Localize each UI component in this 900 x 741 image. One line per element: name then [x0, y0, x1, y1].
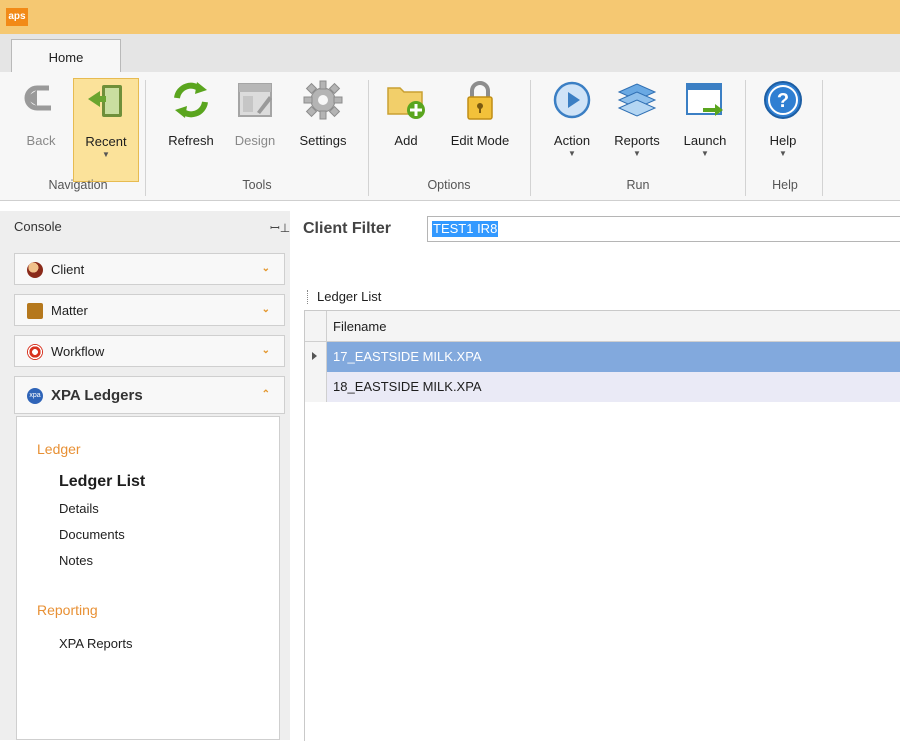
nav-item-client[interactable]: Client ⌄ — [14, 253, 285, 285]
action-dropdown-icon: ▼ — [568, 149, 576, 158]
reports-button[interactable]: Reports ▼ — [606, 78, 668, 180]
current-row-arrow-icon — [312, 352, 317, 360]
play-icon — [553, 81, 591, 119]
launch-label: Launch — [683, 133, 727, 148]
tab-home[interactable]: Home — [11, 39, 121, 73]
title-bar: aps — [0, 0, 900, 34]
back-arrow-icon — [24, 85, 51, 111]
nav-item-label: XPA Ledgers — [51, 387, 143, 404]
table-cell-filename: 18_EASTSIDE MILK.XPA — [333, 379, 482, 394]
settings-label: Settings — [299, 133, 347, 148]
pin-icon[interactable]: ꟷ⊥ — [270, 219, 290, 236]
action-label: Action — [553, 133, 591, 148]
table-row[interactable]: 18_EASTSIDE MILK.XPA — [305, 372, 900, 402]
workflow-icon — [27, 344, 43, 360]
recent-label: Recent — [85, 134, 127, 149]
help-button[interactable]: ? Help ▼ — [758, 78, 808, 180]
sub-item-documents[interactable]: Documents — [59, 527, 125, 542]
table-cell-filename: 17_EASTSIDE MILK.XPA — [333, 349, 482, 364]
ribbon: Back Recent ▼ Refresh Design Settings Ad… — [0, 72, 900, 201]
launch-window-icon — [686, 83, 723, 116]
nav-item-matter[interactable]: Matter ⌄ — [14, 294, 285, 326]
refresh-label: Refresh — [168, 133, 214, 148]
group-separator — [368, 80, 369, 196]
section-heading-reporting: Reporting — [37, 602, 98, 618]
grid-header: Filename — [305, 311, 900, 342]
ribbon-tab-strip: Home — [0, 34, 900, 73]
client-filter-input[interactable]: TEST1 IR8 — [427, 216, 900, 242]
action-button[interactable]: Action ▼ — [545, 78, 599, 180]
client-filter-value: TEST1 IR8 — [432, 221, 499, 237]
nav-item-xpa-ledgers[interactable]: xpa XPA Ledgers ⌃ — [14, 376, 285, 414]
chevron-down-icon: ⌄ — [261, 304, 270, 315]
gear-icon — [303, 80, 343, 120]
nav-item-label: Workflow — [51, 344, 105, 359]
design-button[interactable]: Design — [228, 78, 282, 180]
sub-item-notes[interactable]: Notes — [59, 553, 93, 568]
chevron-down-icon: ⌄ — [261, 345, 270, 356]
chevron-up-icon: ⌃ — [261, 389, 270, 400]
group-label-navigation: Navigation — [48, 178, 108, 192]
folder-add-icon — [387, 87, 425, 119]
launch-dropdown-icon: ▼ — [701, 149, 709, 158]
sub-item-ledger-list[interactable]: Ledger List — [59, 473, 145, 491]
refresh-button[interactable]: Refresh — [160, 78, 222, 180]
add-button[interactable]: Add — [382, 78, 430, 180]
add-label: Add — [394, 133, 418, 148]
help-dropdown-icon: ▼ — [779, 149, 787, 158]
stack-icon — [617, 83, 657, 117]
launch-button[interactable]: Launch ▼ — [675, 78, 735, 180]
recent-button[interactable]: Recent ▼ — [73, 78, 139, 182]
row-header-corner — [305, 311, 327, 341]
nav-item-workflow[interactable]: Workflow ⌄ — [14, 335, 285, 367]
question-icon: ? — [764, 81, 802, 119]
edit-mode-label: Edit Mode — [450, 133, 510, 148]
group-separator — [530, 80, 531, 196]
group-separator — [822, 80, 823, 196]
chevron-down-icon: ⌄ — [261, 263, 270, 274]
client-filter-label: Client Filter — [303, 220, 392, 237]
recent-book-icon — [88, 85, 122, 117]
client-icon — [27, 262, 43, 278]
group-separator — [145, 80, 146, 196]
xpa-icon: xpa — [27, 388, 43, 404]
xpa-ledgers-subpanel: Ledger Ledger List Details Documents Not… — [16, 416, 280, 740]
nav-item-label: Matter — [51, 303, 88, 318]
design-label: Design — [234, 133, 276, 148]
group-label-run: Run — [626, 178, 650, 192]
ledger-grid: Filename 17_EASTSIDE MILK.XPA 18_EASTSID… — [304, 310, 900, 741]
console-panel: Console ꟷ⊥ Client ⌄ Matter ⌄ Workflow ⌄ … — [0, 211, 290, 740]
row-header — [305, 342, 327, 372]
design-icon — [238, 83, 272, 117]
row-header — [305, 372, 327, 402]
help-label: Help — [769, 133, 797, 148]
section-heading-ledger: Ledger — [37, 441, 81, 457]
ledger-list-title: Ledger List — [317, 289, 382, 304]
reports-label: Reports — [614, 133, 660, 148]
back-button[interactable]: Back — [14, 78, 68, 180]
settings-button[interactable]: Settings — [290, 78, 356, 180]
drag-grip-icon[interactable] — [307, 290, 310, 304]
refresh-icon — [174, 82, 208, 118]
sub-item-details[interactable]: Details — [59, 501, 99, 516]
group-label-options: Options — [427, 178, 471, 192]
group-separator — [745, 80, 746, 196]
group-label-tools: Tools — [242, 178, 272, 192]
recent-dropdown-icon: ▼ — [102, 150, 110, 159]
sub-item-xpa-reports[interactable]: XPA Reports — [59, 636, 132, 651]
app-logo: aps — [6, 8, 28, 26]
svg-text:?: ? — [777, 90, 789, 112]
back-label: Back — [26, 133, 56, 148]
column-header-filename[interactable]: Filename — [333, 319, 386, 334]
reports-dropdown-icon: ▼ — [633, 149, 641, 158]
console-title: Console — [14, 219, 62, 234]
matter-icon — [27, 303, 43, 319]
lock-icon — [467, 81, 493, 120]
edit-mode-button[interactable]: Edit Mode — [440, 78, 520, 180]
table-row[interactable]: 17_EASTSIDE MILK.XPA — [305, 342, 900, 372]
group-label-help: Help — [772, 178, 798, 192]
nav-item-label: Client — [51, 262, 85, 277]
